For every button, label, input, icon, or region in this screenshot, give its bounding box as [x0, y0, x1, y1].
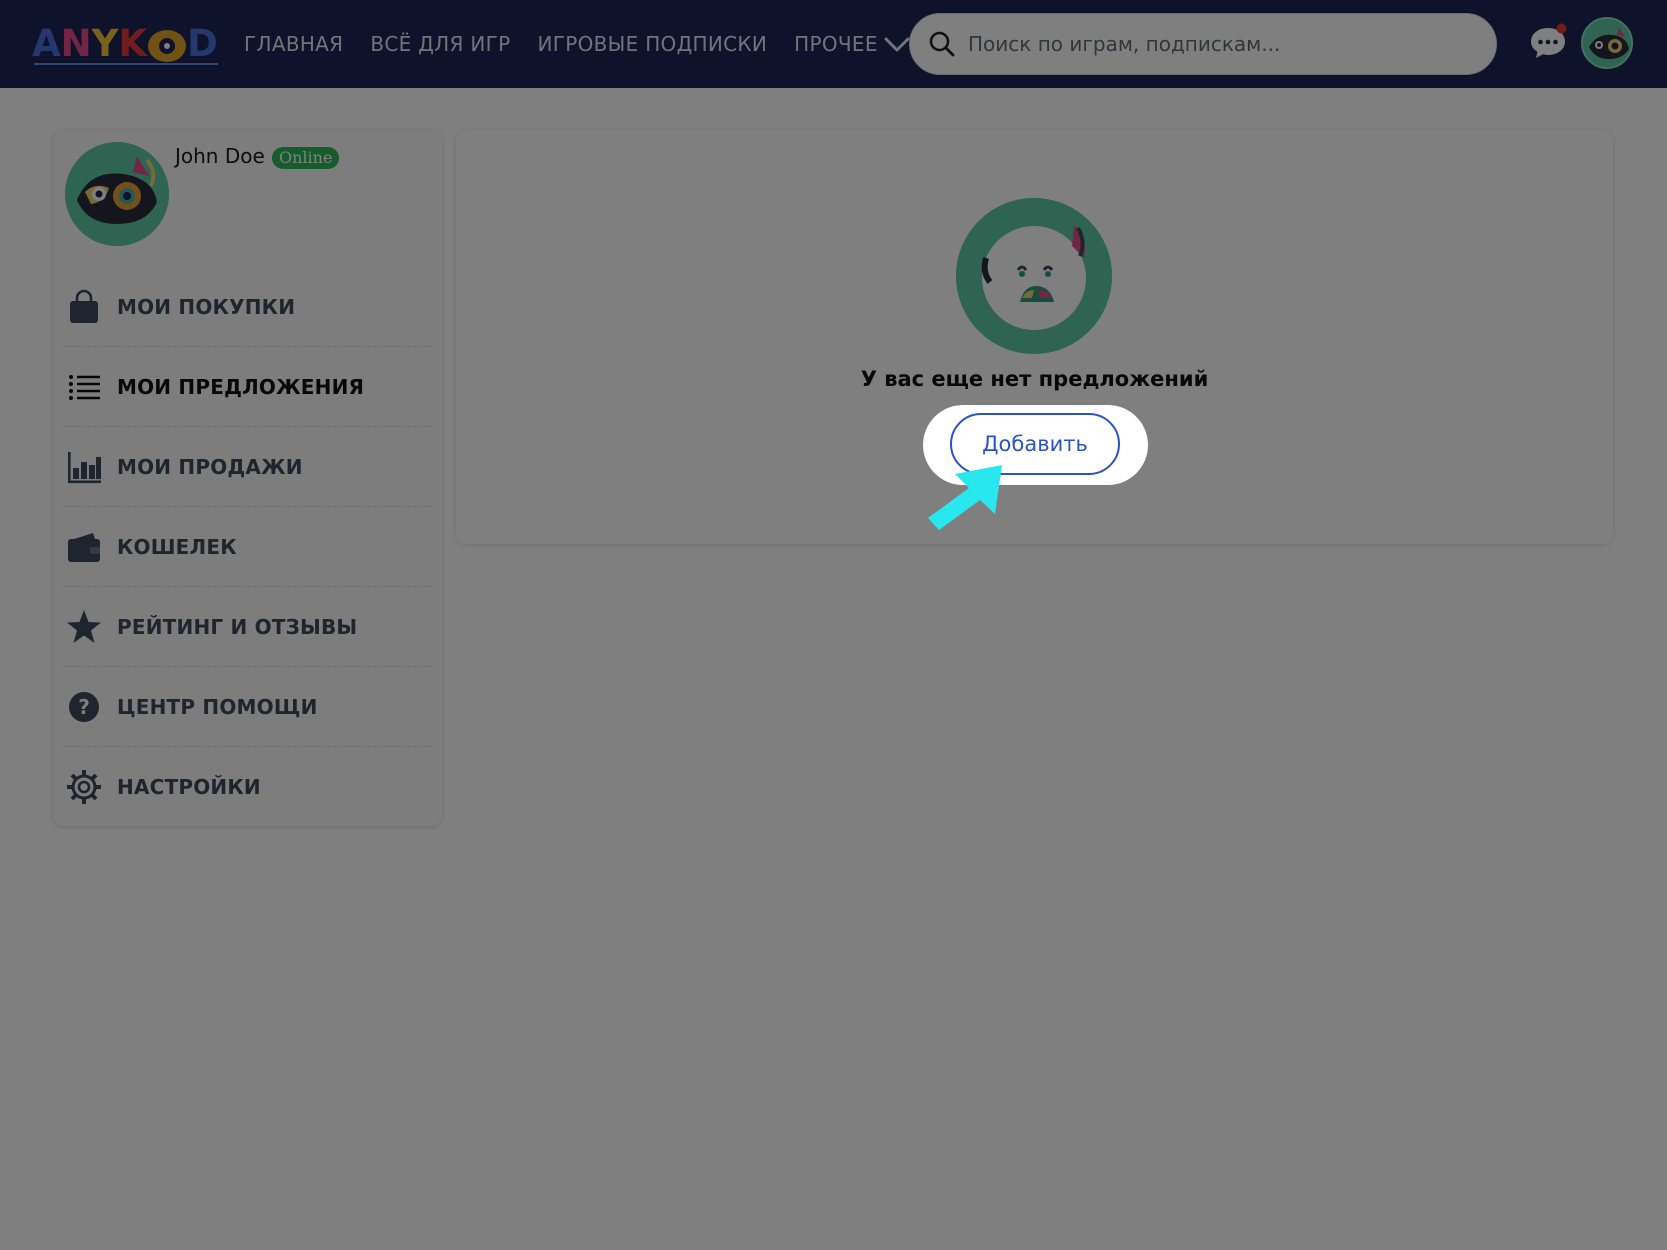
empty-state-avatar	[956, 198, 1112, 354]
logo-letter: K	[118, 22, 148, 65]
sidebar-menu: МОИ ПОКУПКИ МОИ ПРЕДЛОЖЕНИЯ МОИ ПРОДАЖИ …	[63, 267, 431, 827]
logo-letter: N	[60, 22, 92, 65]
logo-letter: Y	[91, 22, 119, 65]
top-header: A N Y K D ГЛАВНАЯ ВСЁ ДЛЯ ИГР ИГРОВЫЕ ПО…	[0, 0, 1667, 88]
logo-underline	[34, 63, 218, 65]
sidebar-item-wallet[interactable]: КОШЕЛЕК	[63, 507, 431, 587]
logo-letter: D	[187, 22, 218, 65]
avatar-art-icon	[65, 142, 169, 246]
sidebar-item-label: НАСТРОЙКИ	[117, 775, 261, 799]
sidebar-item-rating[interactable]: РЕЙТИНГ И ОТЗЫВЫ	[63, 587, 431, 667]
nav-more-label: ПРОЧЕЕ	[794, 32, 878, 56]
bar-chart-icon	[68, 451, 101, 483]
main-nav: ГЛАВНАЯ ВСЁ ДЛЯ ИГР ИГРОВЫЕ ПОДПИСКИ ПРО…	[244, 0, 937, 88]
nav-home[interactable]: ГЛАВНАЯ	[244, 32, 343, 56]
sidebar-item-settings[interactable]: НАСТРОЙКИ	[63, 747, 431, 827]
avatar-art-icon	[1583, 19, 1631, 67]
chevron-down-icon	[884, 37, 910, 52]
notification-dot	[1556, 23, 1567, 34]
sidebar-item-help[interactable]: ? ЦЕНТР ПОМОЩИ	[63, 667, 431, 747]
sidebar-item-offers[interactable]: МОИ ПРЕДЛОЖЕНИЯ	[63, 347, 431, 427]
site-logo[interactable]: A N Y K D	[32, 20, 218, 68]
sidebar-item-label: МОИ ПРЕДЛОЖЕНИЯ	[117, 374, 365, 399]
logo-o-mark-icon	[148, 30, 187, 62]
search-input[interactable]	[968, 32, 1468, 56]
logo-letter: A	[32, 22, 61, 65]
gear-icon	[67, 770, 101, 804]
sidebar-item-label: КОШЕЛЕК	[117, 534, 237, 559]
account-sidebar: John Doe Online МОИ ПОКУПКИ МОИ ПРЕДЛОЖЕ…	[53, 130, 442, 826]
nav-more[interactable]: ПРОЧЕЕ	[794, 32, 910, 56]
sidebar-item-label: РЕЙТИНГ И ОТЗЫВЫ	[117, 614, 358, 639]
empty-state-message: У вас еще нет предложений	[860, 367, 1209, 391]
sidebar-item-purchases[interactable]: МОИ ПОКУПКИ	[63, 267, 431, 347]
sidebar-item-label: МОИ ПОКУПКИ	[117, 294, 296, 319]
star-icon	[67, 609, 101, 643]
chat-bubble-icon[interactable]	[1528, 22, 1568, 62]
offers-panel: У вас еще нет предложений Добавить	[456, 130, 1613, 544]
search-icon	[929, 31, 955, 57]
profile-name: John Doe	[175, 144, 265, 168]
list-icon	[69, 374, 100, 400]
header-avatar[interactable]	[1581, 17, 1633, 69]
wallet-icon	[68, 532, 100, 562]
sidebar-item-sales[interactable]: МОИ ПРОДАЖИ	[63, 427, 431, 507]
status-badge: Online	[272, 147, 340, 169]
search-bar[interactable]	[909, 13, 1497, 75]
shopping-bag-icon	[70, 289, 98, 323]
sad-face-icon	[956, 198, 1112, 354]
sidebar-item-label: ЦЕНТР ПОМОЩИ	[117, 694, 318, 719]
nav-subscriptions[interactable]: ИГРОВЫЕ ПОДПИСКИ	[537, 32, 767, 56]
svg-text:?: ?	[78, 695, 90, 719]
help-icon: ?	[69, 691, 99, 722]
sidebar-item-label: МОИ ПРОДАЖИ	[117, 454, 303, 479]
profile-avatar[interactable]	[65, 142, 169, 246]
nav-games[interactable]: ВСЁ ДЛЯ ИГР	[370, 32, 510, 56]
add-offer-button[interactable]: Добавить	[950, 413, 1120, 475]
